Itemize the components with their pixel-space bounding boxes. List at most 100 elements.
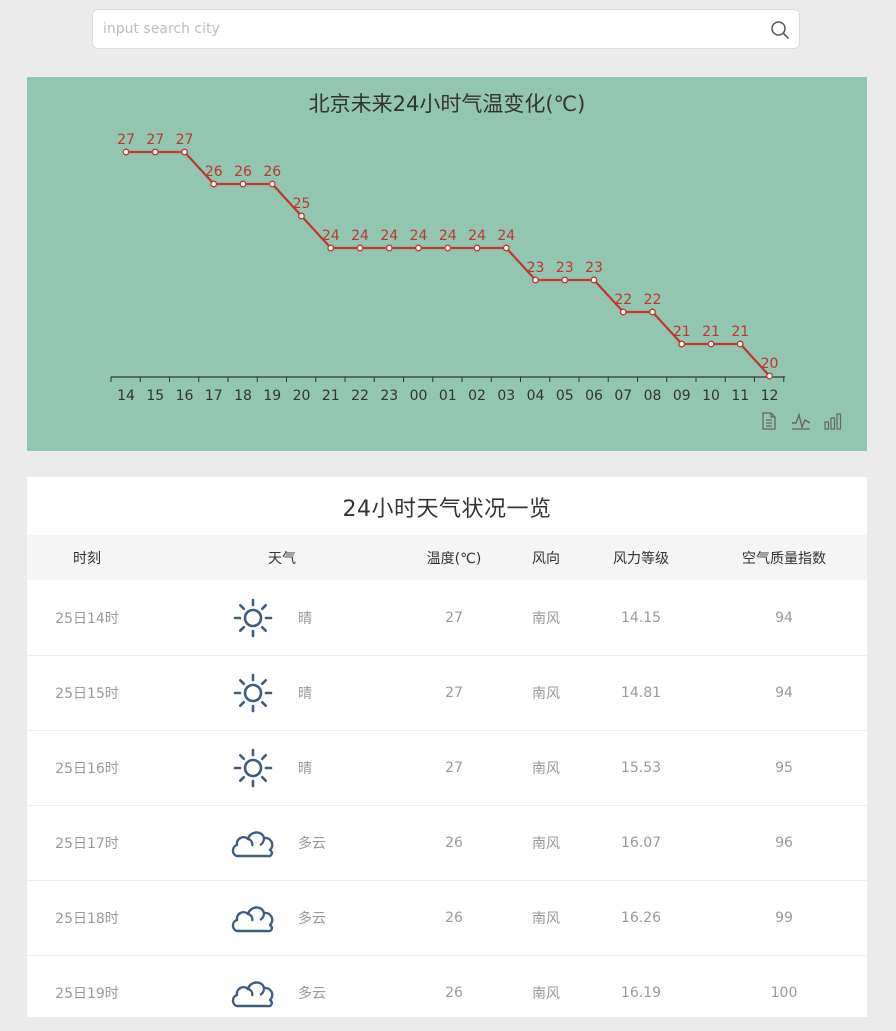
data-label: 26 (205, 164, 223, 180)
data-point (298, 212, 305, 220)
x-tick-label: 07 (614, 388, 632, 404)
row-wind-level: 14.81 (620, 685, 662, 701)
temperature-chart-panel: 北京未来24小时气温变化(℃) 14 15 16 17 18 19 20 21 22 23 00 01 0… (27, 77, 867, 451)
x-tick-label: 10 (702, 388, 720, 404)
data-point (678, 340, 686, 348)
row-time: 25日15时 (55, 686, 119, 702)
x-tick-label: 02 (468, 388, 486, 404)
row-wind-level: 14.15 (620, 610, 662, 626)
header-aqi: 空气质量指数 (742, 550, 826, 567)
header-time: 时刻 (73, 550, 101, 567)
sun-icon (222, 731, 284, 805)
x-tick-label: 19 (263, 388, 281, 404)
data-point (590, 276, 598, 284)
search-input[interactable] (93, 10, 753, 48)
data-label: 23 (527, 260, 545, 276)
table-header: 时刻 天气 温度(℃) 风向 风力等级 空气质量指数 (27, 535, 867, 580)
row-time: 25日19时 (55, 986, 119, 1002)
data-point (736, 340, 744, 348)
data-label: 27 (146, 132, 164, 148)
header-wind-direction: 风向 (532, 550, 560, 567)
data-label: 26 (234, 164, 252, 180)
data-point (210, 180, 218, 188)
row-wind-direction: 南风 (532, 986, 560, 1002)
sun-icon (222, 581, 284, 655)
x-tick-label: 14 (117, 388, 135, 404)
table-row: 25日15时 晴 27 南风 14.81 94 (27, 656, 867, 731)
x-tick-label: 00 (410, 388, 428, 404)
data-point (473, 244, 481, 252)
row-time: 25日18时 (55, 911, 119, 927)
chart-toolbox (759, 411, 843, 431)
data-label: 25 (293, 196, 311, 212)
table-row: 25日16时 晴 27 南风 15.53 95 (27, 731, 867, 806)
row-wind-level: 15.53 (620, 760, 662, 776)
row-aqi: 94 (775, 610, 793, 626)
bar-chart-icon[interactable] (823, 411, 843, 431)
row-temperature: 27 (445, 760, 463, 776)
data-point (385, 244, 393, 252)
x-tick-label: 01 (439, 388, 457, 404)
row-aqi: 100 (770, 985, 798, 1001)
row-wind-level: 16.19 (620, 985, 662, 1001)
data-point (181, 148, 188, 156)
data-point (561, 276, 569, 284)
data-label: 27 (117, 132, 135, 148)
row-aqi: 96 (775, 835, 793, 851)
data-label: 24 (439, 228, 457, 244)
row-time: 25日14时 (55, 611, 119, 627)
x-tick-label: 15 (146, 388, 164, 404)
data-label: 27 (176, 132, 194, 148)
data-label: 24 (351, 228, 369, 244)
search-box (92, 9, 800, 49)
data-label: 21 (673, 324, 691, 340)
line-chart-icon[interactable] (791, 411, 811, 431)
sun-icon (222, 656, 284, 730)
data-label: 21 (731, 324, 749, 340)
x-tick-label: 21 (322, 388, 340, 404)
x-tick-label: 22 (351, 388, 369, 404)
x-tick-label: 18 (234, 388, 252, 404)
x-tick-label: 11 (731, 388, 749, 404)
data-label: 24 (497, 228, 515, 244)
x-tick-label: 20 (293, 388, 311, 404)
header-weather: 天气 (268, 550, 296, 567)
x-tick-label: 16 (176, 388, 194, 404)
cloud-icon (222, 956, 284, 1030)
row-aqi: 99 (775, 910, 793, 926)
x-tick-label: 23 (380, 388, 398, 404)
data-point (707, 340, 715, 348)
row-aqi: 95 (775, 760, 793, 776)
cloud-icon (222, 806, 284, 880)
row-wind-direction: 南风 (532, 836, 560, 852)
data-label: 23 (585, 260, 603, 276)
data-point (239, 180, 247, 188)
data-point (502, 244, 510, 252)
row-time: 25日16时 (55, 761, 119, 777)
x-tick-label: 17 (205, 388, 223, 404)
row-weather: 晴 (298, 761, 312, 777)
x-tick-label: 08 (644, 388, 662, 404)
temperature-series-line (126, 150, 771, 377)
row-weather: 晴 (298, 611, 312, 627)
row-time: 25日17时 (55, 836, 119, 852)
row-wind-level: 16.07 (620, 835, 662, 851)
data-point (619, 308, 627, 316)
row-wind-direction: 南风 (532, 686, 560, 702)
search-icon[interactable] (770, 20, 790, 40)
x-tick-label: 09 (673, 388, 691, 404)
row-weather: 多云 (298, 836, 326, 852)
table-row: 25日19时 多云 26 南风 16.19 100 (27, 956, 867, 1031)
row-weather: 多云 (298, 911, 326, 927)
data-label: 22 (614, 292, 632, 308)
x-tick-label: 05 (556, 388, 574, 404)
row-weather: 多云 (298, 986, 326, 1002)
chart-title: 北京未来24小时气温变化(℃) (309, 92, 586, 116)
data-point (327, 244, 335, 252)
row-aqi: 94 (775, 685, 793, 701)
row-wind-direction: 南风 (532, 911, 560, 927)
data-view-icon[interactable] (759, 411, 779, 431)
row-temperature: 27 (445, 610, 463, 626)
table-row: 25日17时 多云 26 南风 16.07 96 (27, 806, 867, 881)
temperature-chart: 北京未来24小时气温变化(℃) 14 15 16 17 18 19 20 21 22 23 00 01 0… (110, 92, 785, 404)
